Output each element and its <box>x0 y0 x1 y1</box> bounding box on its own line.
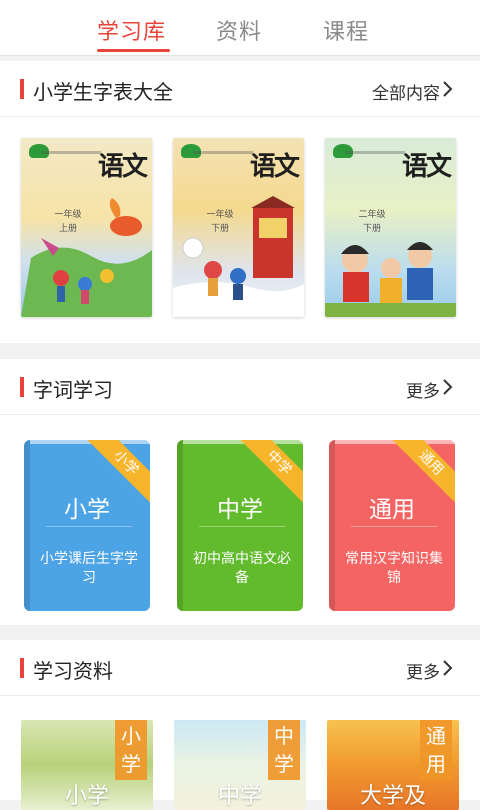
tile-tag: 通用 <box>420 720 452 780</box>
section-accent-bar <box>20 79 24 99</box>
book-description: 常用汉字知识集锦 <box>345 551 443 586</box>
word-book-secondary[interactable]: 中学 中学 初中高中语文必备 <box>177 440 303 611</box>
word-book-primary[interactable]: 小学 小学 小学课后生字学习 <box>24 440 150 611</box>
textbook-grade2-vol2[interactable]: 语文 二年级 下册 <box>325 138 456 317</box>
divider <box>351 526 437 527</box>
section-accent-bar <box>20 658 24 678</box>
tile-tag: 中学 <box>268 720 300 780</box>
tab-study-library[interactable]: 学习库 <box>97 14 166 46</box>
section-accent-bar <box>20 377 24 397</box>
section-character-tables: 小学生字表大全 全部内容 语文 一年级 上册 语文 一年级 下册 语文 二年级 … <box>0 61 480 343</box>
section-header: 小学生字表大全 全部内容 <box>0 61 480 117</box>
book-description: 小学课后生字学习 <box>40 551 138 586</box>
tile-text: 大学及 <box>359 784 426 809</box>
book-name: 小学 <box>64 497 110 523</box>
tab-courses[interactable]: 课程 <box>323 14 369 46</box>
more-link[interactable]: 更多 <box>406 658 440 683</box>
cover-illustration <box>21 198 152 317</box>
cover-illustration <box>173 196 304 317</box>
material-tile-general[interactable]: 通用 大学及 <box>327 720 459 810</box>
tile-tag: 小学 <box>115 720 147 780</box>
section-title: 学习资料 <box>33 659 113 683</box>
textbook-grade1-vol2[interactable]: 语文 一年级 下册 <box>173 138 304 317</box>
material-tile-primary[interactable]: 小学 小学 <box>21 720 153 810</box>
tab-materials[interactable]: 资料 <box>216 14 262 46</box>
chevron-right-icon[interactable] <box>439 660 455 676</box>
book-name: 通用 <box>369 497 415 523</box>
textbook-grade1-vol1[interactable]: 语文 一年级 上册 <box>21 138 152 317</box>
book-name: 中学 <box>217 497 263 523</box>
section-word-study: 字词学习 更多 小学 小学 小学课后生字学习 中学 中学 初中高中语文必备 通用… <box>0 359 480 625</box>
book-description: 初中高中语文必备 <box>193 551 291 586</box>
section-title: 字词学习 <box>33 378 113 402</box>
section-title: 小学生字表大全 <box>33 80 173 104</box>
tile-text: 小学 <box>64 784 109 809</box>
book-spine <box>329 440 335 611</box>
book-spine <box>24 440 30 611</box>
book-spine <box>177 440 183 611</box>
active-tab-indicator <box>97 49 170 52</box>
view-all-link[interactable]: 全部内容 <box>372 79 440 104</box>
tile-text: 中学 <box>217 784 262 809</box>
word-book-general[interactable]: 通用 通用 常用汉字知识集锦 <box>329 440 455 611</box>
section-header: 学习资料 更多 <box>0 640 480 696</box>
chevron-right-icon[interactable] <box>439 379 455 395</box>
more-link[interactable]: 更多 <box>406 377 440 402</box>
divider <box>46 526 132 527</box>
material-tile-secondary[interactable]: 中学 中学 <box>174 720 306 810</box>
divider <box>199 526 285 527</box>
chevron-right-icon[interactable] <box>439 81 455 97</box>
cover-illustration <box>325 242 456 317</box>
section-header: 字词学习 更多 <box>0 359 480 415</box>
section-study-materials: 学习资料 更多 小学 小学 中学 中学 通用 大学及 <box>0 640 480 810</box>
top-tab-bar: 学习库 资料 课程 <box>0 0 480 56</box>
